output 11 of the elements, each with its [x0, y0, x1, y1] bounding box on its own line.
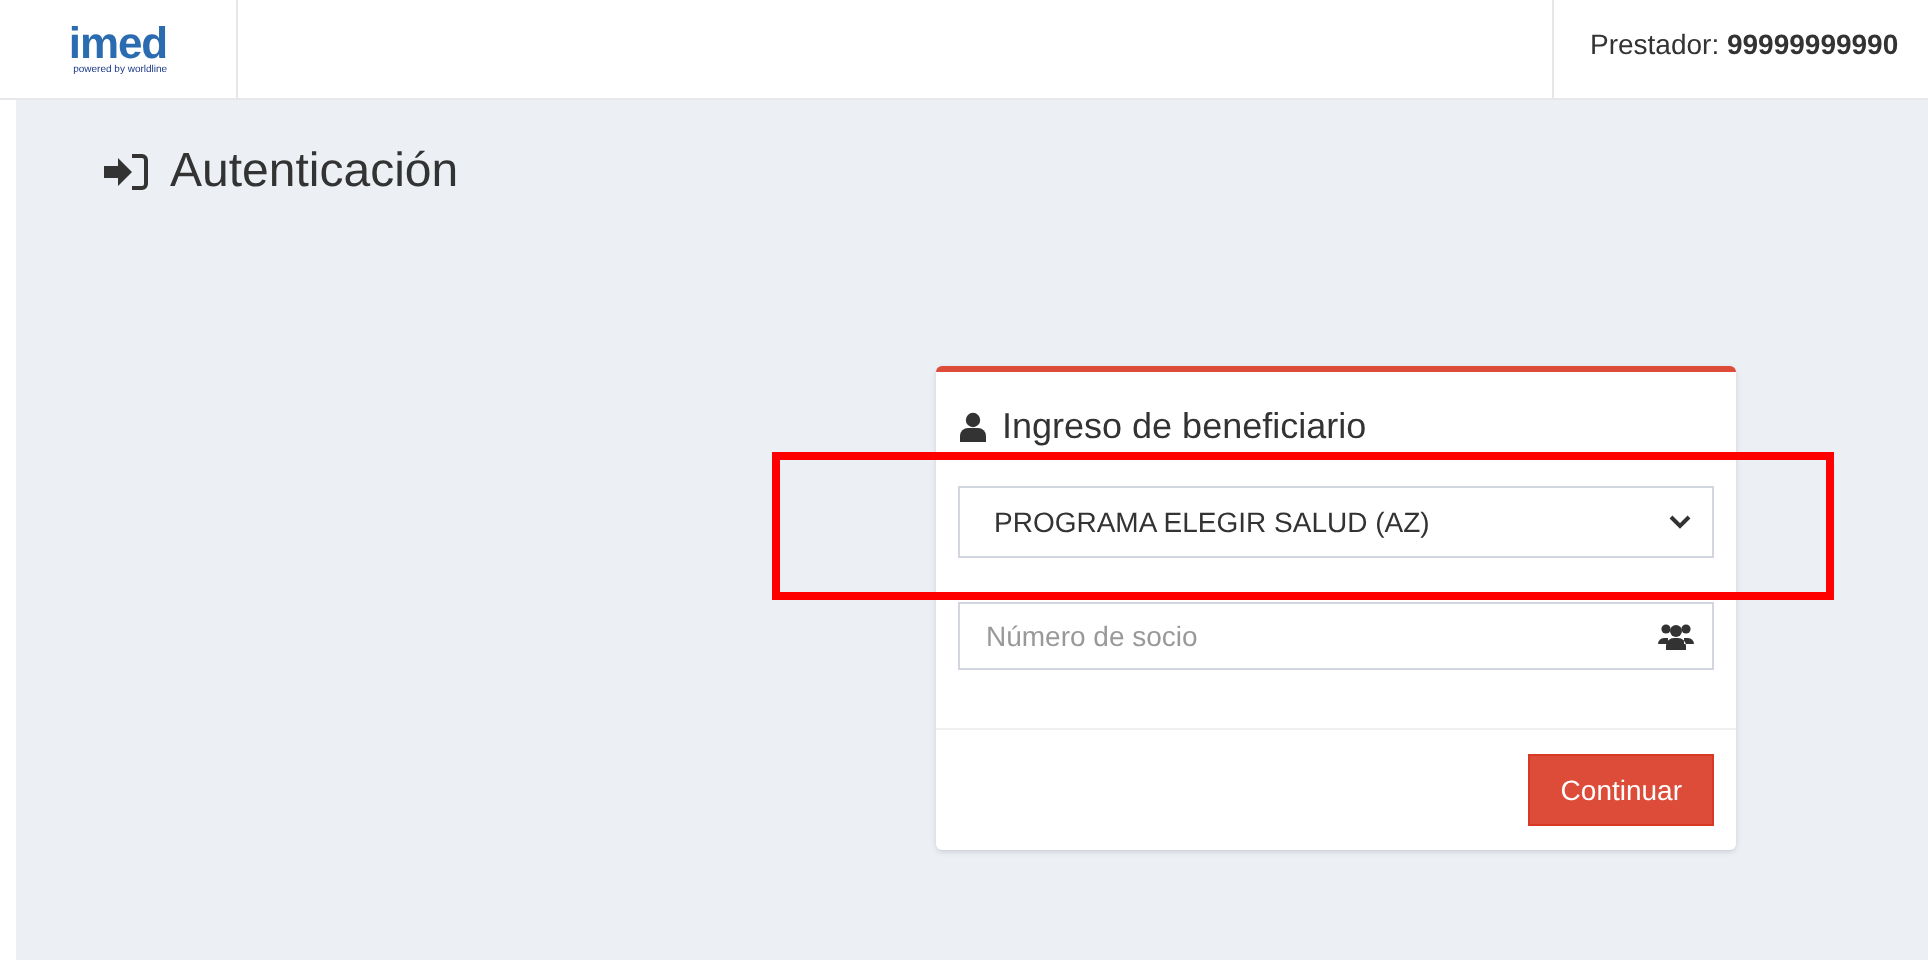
chevron-icon	[1668, 514, 1692, 530]
plan-select[interactable]: PROGRAMA ELEGIR SALUD (AZ)	[958, 486, 1714, 558]
member-number-field[interactable]: Número de socio	[958, 602, 1714, 670]
continue-button[interactable]: Continuar	[1528, 754, 1714, 826]
page-title: Autenticación	[170, 142, 459, 202]
provider-id: 99999999990	[1726, 28, 1899, 60]
card-title: Ingreso de beneficiario	[1002, 404, 1367, 450]
user-icon	[960, 412, 986, 442]
provider-label: Prestador:	[1590, 28, 1720, 60]
sign-in-icon	[102, 152, 150, 192]
users-icon	[1658, 622, 1694, 650]
